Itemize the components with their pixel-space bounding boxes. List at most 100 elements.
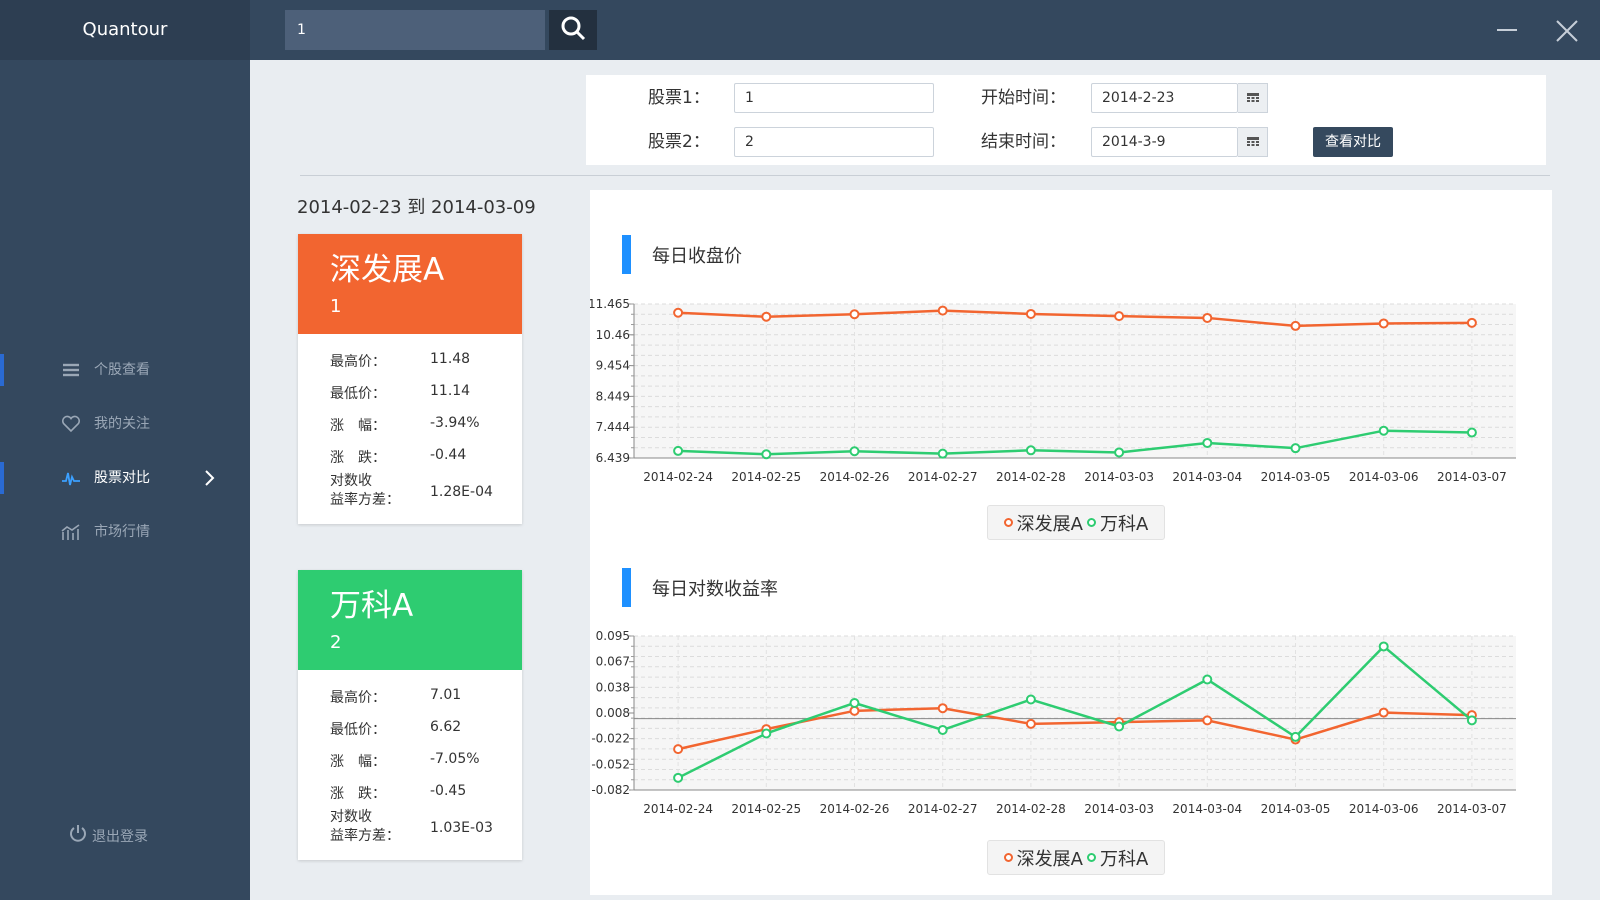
- compare-icon: [60, 458, 82, 498]
- data-point: [1202, 437, 1213, 448]
- stock1-input[interactable]: [734, 83, 934, 113]
- sidebar-item-stock-compare[interactable]: 股票对比: [0, 458, 250, 498]
- data-point: [1114, 311, 1125, 322]
- stat-value: -0.45: [430, 783, 467, 799]
- sidebar-item-market[interactable]: 市场行情: [0, 512, 250, 552]
- x-tick-label: 2014-03-03: [1084, 802, 1154, 816]
- chart-legend: 深发展A 万科A: [987, 505, 1165, 540]
- stat-value: 7.01: [430, 687, 462, 703]
- market-chart-icon: [60, 512, 82, 552]
- logout-label: 退出登录: [92, 829, 148, 845]
- data-point: [1025, 308, 1036, 319]
- end-date-label: 结束时间：: [981, 132, 1066, 152]
- x-tick-label: 2014-03-07: [1437, 470, 1507, 484]
- minimize-button[interactable]: [1495, 18, 1521, 42]
- data-point: [1025, 445, 1036, 456]
- stat-row-low: 最低价： 11.14: [298, 376, 522, 408]
- close-button[interactable]: [1554, 18, 1580, 44]
- compare-button[interactable]: 查看对比: [1313, 127, 1393, 157]
- sidebar-item-label: 我的关注: [94, 416, 150, 432]
- stat-row-high: 最高价： 11.48: [298, 344, 522, 376]
- data-point: [849, 697, 860, 708]
- stat-label: 对数收 益率方差：: [330, 472, 400, 510]
- stat-row-change-pct: 涨 幅： -7.05%: [298, 744, 522, 776]
- chart-title-accent: [622, 568, 631, 607]
- legend-item[interactable]: 万科A: [1087, 845, 1148, 871]
- data-point: [673, 744, 684, 755]
- legend-item[interactable]: 深发展A: [1003, 510, 1083, 536]
- legend-item[interactable]: 深发展A: [1003, 845, 1083, 871]
- stat-row-change: 涨 跌： -0.44: [298, 440, 522, 472]
- legend-marker: [1003, 518, 1013, 527]
- data-point: [673, 445, 684, 456]
- stat-row-low: 最低价： 6.62: [298, 712, 522, 744]
- data-point: [761, 449, 772, 460]
- stock-code: 2: [330, 632, 342, 653]
- legend-label: 万科A: [1100, 848, 1149, 870]
- x-tick-label: 2014-03-06: [1349, 802, 1419, 816]
- top-bar: [250, 0, 1600, 60]
- stat-row-variance: 对数收 益率方差： 1.03E-03: [298, 808, 522, 852]
- stock-card-header: 万科A 2: [298, 570, 522, 670]
- legend-marker: [1087, 853, 1096, 862]
- x-tick-label: 2014-03-05: [1261, 470, 1331, 484]
- stat-value: -7.05%: [430, 751, 480, 767]
- stat-label-line-2: 益率方差：: [330, 828, 400, 844]
- y-tick-label: 9.454: [596, 359, 630, 373]
- x-tick-label: 2014-03-04: [1172, 802, 1242, 816]
- data-point: [761, 728, 772, 739]
- end-date-picker-button[interactable]: [1238, 127, 1268, 157]
- stat-label: 最高价：: [330, 690, 386, 706]
- x-tick-label: 2014-03-03: [1084, 470, 1154, 484]
- x-tick-label: 2014-03-04: [1172, 470, 1242, 484]
- y-tick-label: -0.052: [591, 757, 630, 771]
- data-point: [761, 311, 772, 322]
- legend-item[interactable]: 万科A: [1087, 510, 1148, 536]
- x-tick-label: 2014-03-05: [1261, 802, 1331, 816]
- x-tick-label: 2014-02-26: [820, 470, 890, 484]
- legend-label: 深发展A: [1016, 513, 1083, 535]
- end-date-input[interactable]: [1091, 127, 1238, 157]
- start-date-input[interactable]: [1091, 83, 1238, 113]
- date-range-text: 2014-02-23 到 2014-03-09: [297, 197, 536, 218]
- search-input[interactable]: [285, 10, 545, 50]
- x-tick-label: 2014-02-24: [643, 470, 713, 484]
- start-date-picker-button[interactable]: [1238, 83, 1268, 113]
- chart-title-accent: [622, 235, 631, 274]
- y-tick-label: 11.465: [590, 297, 630, 311]
- data-point: [937, 448, 948, 459]
- stock-name: 深发展A: [330, 252, 445, 288]
- stat-value: 1.28E-04: [430, 484, 493, 500]
- data-point: [673, 307, 684, 318]
- stock2-input[interactable]: [734, 127, 934, 157]
- data-point: [1378, 318, 1389, 329]
- x-tick-label: 2014-02-24: [643, 802, 713, 816]
- stat-value: -3.94%: [430, 415, 480, 431]
- stat-label-line-1: 对数收: [330, 473, 372, 489]
- search-button[interactable]: [549, 10, 597, 50]
- data-point: [849, 309, 860, 320]
- x-tick-label: 2014-02-27: [908, 470, 978, 484]
- legend-marker: [1003, 853, 1013, 862]
- stat-label: 涨 跌：: [330, 450, 386, 466]
- sidebar-item-label: 个股查看: [94, 362, 150, 378]
- stat-label: 最低价：: [330, 386, 386, 402]
- logout-button[interactable]: 退出登录: [68, 825, 148, 849]
- sidebar-item-stock-view[interactable]: 个股查看: [0, 350, 250, 390]
- stat-value: 11.14: [430, 383, 471, 399]
- data-point: [1290, 443, 1301, 454]
- chart-title: 每日对数收益率: [652, 579, 778, 600]
- sidebar-item-label: 市场行情: [94, 524, 150, 540]
- log-return-chart: 0.095 0.067 0.038 0.008 -0.022 -0.052 -0.082 20…: [591, 629, 1516, 816]
- data-point: [673, 772, 684, 783]
- legend-marker: [1087, 518, 1096, 527]
- data-point: [937, 305, 948, 316]
- sidebar-item-favorites[interactable]: 我的关注: [0, 404, 250, 444]
- chevron-right-icon: [204, 458, 216, 498]
- data-point: [1114, 447, 1125, 458]
- data-point: [1378, 425, 1389, 436]
- stat-row-variance: 对数收 益率方差： 1.28E-04: [298, 472, 522, 516]
- data-point: [849, 705, 860, 716]
- data-point: [937, 703, 948, 714]
- data-point: [1202, 312, 1213, 323]
